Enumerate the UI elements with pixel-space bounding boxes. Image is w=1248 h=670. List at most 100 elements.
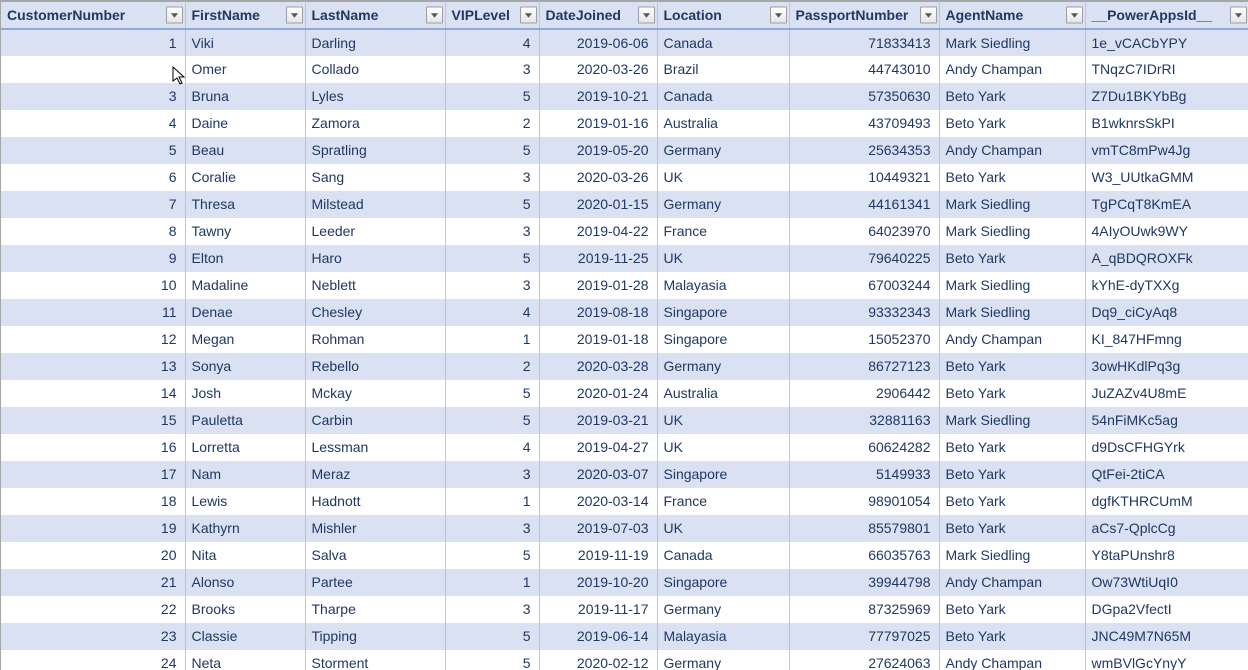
cell[interactable]: Mark Siedling [939, 191, 1085, 218]
cell[interactable]: Madaline [185, 272, 305, 299]
cell[interactable]: Canada [657, 29, 789, 56]
cell[interactable]: 2019-07-03 [539, 515, 657, 542]
cell[interactable]: JNC49M7N65M [1085, 623, 1248, 650]
cell[interactable]: 24 [1, 650, 185, 670]
cell[interactable]: 2020-03-26 [539, 164, 657, 191]
cell[interactable]: Germany [657, 596, 789, 623]
cell[interactable]: Classie [185, 623, 305, 650]
cell[interactable]: 4 [445, 434, 539, 461]
cell[interactable]: Beto Yark [939, 515, 1085, 542]
cell[interactable]: Omer [185, 56, 305, 83]
cell[interactable]: 2019-06-06 [539, 29, 657, 56]
cell[interactable]: 5 [445, 407, 539, 434]
cell[interactable]: Germany [657, 353, 789, 380]
cell[interactable]: JuZAZv4U8mE [1085, 380, 1248, 407]
cell[interactable]: Ow73WtiUqI0 [1085, 569, 1248, 596]
cell[interactable]: Viki [185, 29, 305, 56]
cell[interactable]: 44161341 [789, 191, 939, 218]
cell[interactable]: Kathyrn [185, 515, 305, 542]
table-row[interactable]: 19KathyrnMishler32019-07-03UK85579801Bet… [1, 515, 1248, 542]
column-header[interactable]: DateJoined [539, 2, 657, 29]
cell[interactable]: 5 [445, 137, 539, 164]
cell[interactable]: 2019-06-14 [539, 623, 657, 650]
cell[interactable]: France [657, 218, 789, 245]
cell[interactable]: Mckay [305, 380, 445, 407]
cell[interactable]: Lewis [185, 488, 305, 515]
cell[interactable]: kYhE-dyTXXg [1085, 272, 1248, 299]
table-row[interactable]: 7ThresaMilstead52020-01-15Germany4416134… [1, 191, 1248, 218]
cell[interactable]: Beto Yark [939, 380, 1085, 407]
cell[interactable]: Singapore [657, 299, 789, 326]
cell[interactable]: Lorretta [185, 434, 305, 461]
cell[interactable]: 85579801 [789, 515, 939, 542]
cell[interactable]: 23 [1, 623, 185, 650]
cell[interactable]: 2019-05-20 [539, 137, 657, 164]
cell[interactable]: vmTC8mPw4Jg [1085, 137, 1248, 164]
cell[interactable]: Andy Champan [939, 650, 1085, 670]
table-row[interactable]: 20NitaSalva52019-11-19Canada66035763Mark… [1, 542, 1248, 569]
filter-dropdown-icon[interactable] [1066, 6, 1083, 23]
cell[interactable]: 15052370 [789, 326, 939, 353]
cell[interactable]: 8 [1, 218, 185, 245]
cell[interactable]: Canada [657, 542, 789, 569]
cell[interactable]: 3owHKdlPq3g [1085, 353, 1248, 380]
cell[interactable]: Rohman [305, 326, 445, 353]
cell[interactable]: UK [657, 515, 789, 542]
cell[interactable]: 17 [1, 461, 185, 488]
cell[interactable]: Darling [305, 29, 445, 56]
column-header[interactable]: VIPLevel [445, 2, 539, 29]
cell[interactable]: Rebello [305, 353, 445, 380]
cell[interactable]: Partee [305, 569, 445, 596]
cell[interactable]: Mark Siedling [939, 407, 1085, 434]
cell[interactable]: Spratling [305, 137, 445, 164]
cell[interactable]: 10 [1, 272, 185, 299]
table-row[interactable]: 11DenaeChesley42019-08-18Singapore933323… [1, 299, 1248, 326]
cell[interactable]: wmBVlGcYnyY [1085, 650, 1248, 670]
table-row[interactable]: 14JoshMckay52020-01-24Australia2906442Be… [1, 380, 1248, 407]
cell[interactable]: Canada [657, 83, 789, 110]
table-row[interactable]: 22BrooksTharpe32019-11-17Germany87325969… [1, 596, 1248, 623]
cell[interactable]: Leeder [305, 218, 445, 245]
filter-dropdown-icon[interactable] [1230, 6, 1247, 23]
cell[interactable]: 2019-03-21 [539, 407, 657, 434]
cell[interactable]: 3 [445, 596, 539, 623]
column-header[interactable]: FirstName [185, 2, 305, 29]
cell[interactable]: Andy Champan [939, 56, 1085, 83]
cell[interactable]: 3 [1, 83, 185, 110]
cell[interactable]: 4AIyOUwk9WY [1085, 218, 1248, 245]
cell[interactable]: 60624282 [789, 434, 939, 461]
cell[interactable]: Mark Siedling [939, 272, 1085, 299]
cell[interactable]: 2019-11-19 [539, 542, 657, 569]
cell[interactable]: 16 [1, 434, 185, 461]
cell[interactable]: 5 [445, 245, 539, 272]
cell[interactable]: 93332343 [789, 299, 939, 326]
cell[interactable]: 5 [445, 380, 539, 407]
cell[interactable]: 2019-01-16 [539, 110, 657, 137]
cell[interactable]: 39944798 [789, 569, 939, 596]
filter-dropdown-icon[interactable] [166, 6, 183, 23]
cell[interactable]: Tipping [305, 623, 445, 650]
cell[interactable]: Lessman [305, 434, 445, 461]
cell[interactable]: 5 [1, 137, 185, 164]
cell[interactable]: 19 [1, 515, 185, 542]
cell[interactable]: 5 [445, 83, 539, 110]
cell[interactable]: 2906442 [789, 380, 939, 407]
cell[interactable]: 64023970 [789, 218, 939, 245]
filter-dropdown-icon[interactable] [426, 6, 443, 23]
cell[interactable]: Germany [657, 650, 789, 670]
cell[interactable]: Germany [657, 191, 789, 218]
cell[interactable]: 3 [445, 164, 539, 191]
cell[interactable]: 57350630 [789, 83, 939, 110]
table-row[interactable]: 5BeauSpratling52019-05-20Germany25634353… [1, 137, 1248, 164]
cell[interactable]: 18 [1, 488, 185, 515]
cell[interactable]: Beau [185, 137, 305, 164]
cell[interactable]: Y8taPUnshr8 [1085, 542, 1248, 569]
cell[interactable]: 3 [445, 218, 539, 245]
filter-dropdown-icon[interactable] [638, 6, 655, 23]
filter-dropdown-icon[interactable] [520, 6, 537, 23]
cell[interactable]: 21 [1, 569, 185, 596]
cell[interactable]: Beto Yark [939, 353, 1085, 380]
cell[interactable]: Brazil [657, 56, 789, 83]
cell[interactable]: Beto Yark [939, 461, 1085, 488]
cell[interactable]: UK [657, 245, 789, 272]
